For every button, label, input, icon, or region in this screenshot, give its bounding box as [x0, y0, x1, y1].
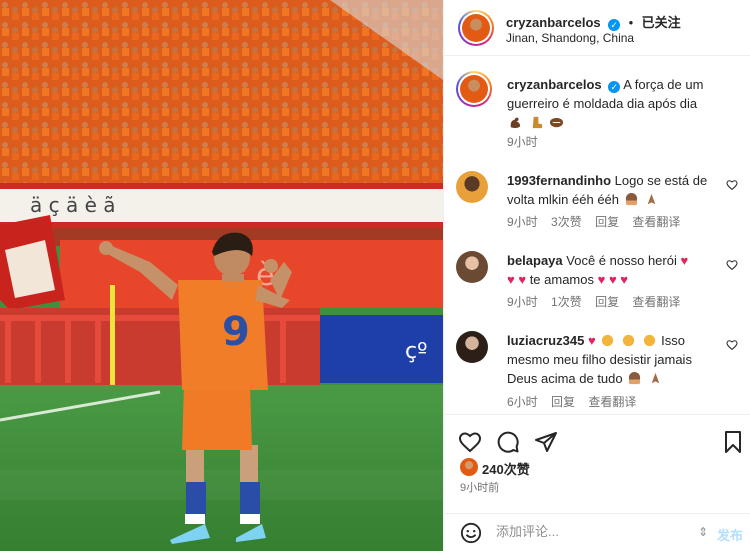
- likes-count[interactable]: 240次赞: [482, 462, 530, 477]
- post-sidebar: cryzanbarcelos ✓ • 已关注 Jinan, Shandong, …: [443, 0, 750, 551]
- red-heart-icon: ♥ ♥ ♥: [597, 272, 629, 287]
- commenter-avatar[interactable]: [456, 171, 488, 203]
- comment-text-part2: mesmo meu filho desistir jamais: [507, 352, 692, 367]
- paper-plane-icon[interactable]: [534, 430, 558, 454]
- post-photo[interactable]: ä ç ä è ã ç è çº 9: [0, 0, 443, 551]
- commenter-avatar[interactable]: [456, 251, 488, 283]
- comment-text-part1: Você é nosso herói: [566, 253, 677, 268]
- commenter-avatar[interactable]: [456, 331, 488, 363]
- verified-badge-icon: ✓: [608, 81, 621, 93]
- following-button[interactable]: 已关注: [642, 15, 681, 30]
- clapping-hands-icon: [602, 334, 614, 347]
- caption-username[interactable]: cryzanbarcelos: [507, 77, 602, 92]
- reply-button[interactable]: 回复: [595, 215, 619, 229]
- translate-button[interactable]: 查看翻译: [588, 395, 636, 409]
- comment-like-heart-icon[interactable]: [726, 179, 738, 191]
- comment-composer: ⇕ 发布: [444, 513, 750, 551]
- comment-like-heart-icon[interactable]: [726, 339, 738, 351]
- comment-input[interactable]: [496, 524, 676, 539]
- translate-button[interactable]: 查看翻译: [632, 215, 680, 229]
- comment-item: luziacruz345 ♥ Isso mesmo meu filho desi…: [456, 329, 746, 409]
- location-link[interactable]: Jinan, Shandong, China: [506, 31, 634, 45]
- comment-likes[interactable]: 3次赞: [551, 215, 582, 229]
- liker-avatar: [460, 458, 478, 476]
- author-avatar[interactable]: [458, 10, 494, 46]
- comment-like-heart-icon[interactable]: [726, 259, 738, 271]
- caption: cryzanbarcelos ✓ A força de um guerreiro…: [456, 71, 746, 151]
- comment-username[interactable]: luziacruz345: [507, 333, 584, 348]
- author-username[interactable]: cryzanbarcelos: [506, 15, 601, 30]
- post-comment-button[interactable]: 发布: [717, 525, 743, 544]
- comment-text-part1: Isso: [661, 333, 686, 348]
- comment-username[interactable]: belapaya: [507, 253, 563, 268]
- heart-icon[interactable]: [458, 430, 482, 454]
- bookmark-icon[interactable]: [721, 430, 745, 454]
- clapping-hands-icon: [622, 334, 635, 347]
- comment-text-part3: Deus acima de tudo: [507, 371, 623, 386]
- red-heart-icon: ♥: [587, 333, 596, 348]
- red-heart-icon: ♥ ♥: [507, 272, 527, 287]
- comment-time: 9小时: [507, 215, 538, 229]
- svg-text:çº: çº: [405, 339, 427, 364]
- scroll-stepper-icon[interactable]: ⇕: [698, 525, 708, 539]
- comment-item: 1993fernandinho Logo se está de volta ml…: [456, 169, 746, 229]
- post-header: cryzanbarcelos ✓ • 已关注 Jinan, Shandong, …: [444, 0, 750, 56]
- folded-hands-icon: [651, 372, 660, 384]
- hugging-face-icon: [629, 371, 641, 385]
- comment-bubble-icon[interactable]: [496, 430, 520, 454]
- folded-hands-icon: [648, 193, 656, 205]
- svg-text:ä ç ä è ã: ä ç ä è ã: [30, 193, 116, 217]
- comments-list[interactable]: cryzanbarcelos ✓ A força de um guerreiro…: [444, 57, 750, 415]
- caption-time: 9小时: [507, 135, 538, 149]
- red-heart-icon: ♥: [680, 253, 689, 268]
- comment-item: belapaya Você é nosso herói ♥ ♥ ♥ te ama…: [456, 249, 746, 309]
- flexed-biceps-icon: [510, 117, 521, 128]
- post-image: ä ç ä è ã ç è çº 9: [0, 0, 443, 551]
- comment-time: 9小时: [507, 295, 538, 309]
- reply-button[interactable]: 回复: [551, 395, 575, 409]
- svg-text:9: 9: [222, 309, 250, 355]
- comment-username[interactable]: 1993fernandinho: [507, 173, 611, 188]
- caption-avatar[interactable]: [456, 71, 492, 107]
- football-icon: [550, 117, 564, 128]
- boot-icon: [532, 116, 542, 129]
- likes-summary[interactable]: 240次赞: [460, 458, 530, 478]
- separator-dot: •: [628, 15, 634, 30]
- smiley-icon[interactable]: [460, 522, 482, 544]
- comment-likes[interactable]: 1次赞: [551, 295, 582, 309]
- comment-time: 6小时: [507, 395, 538, 409]
- post-timestamp: 9小时前: [460, 482, 500, 494]
- verified-badge-icon: ✓: [608, 19, 621, 31]
- translate-button[interactable]: 查看翻译: [632, 295, 680, 309]
- comment-text-part2: te amamos: [529, 272, 594, 287]
- clapping-hands-icon: [643, 334, 655, 347]
- reply-button[interactable]: 回复: [595, 295, 619, 309]
- hugging-face-icon: [625, 192, 637, 206]
